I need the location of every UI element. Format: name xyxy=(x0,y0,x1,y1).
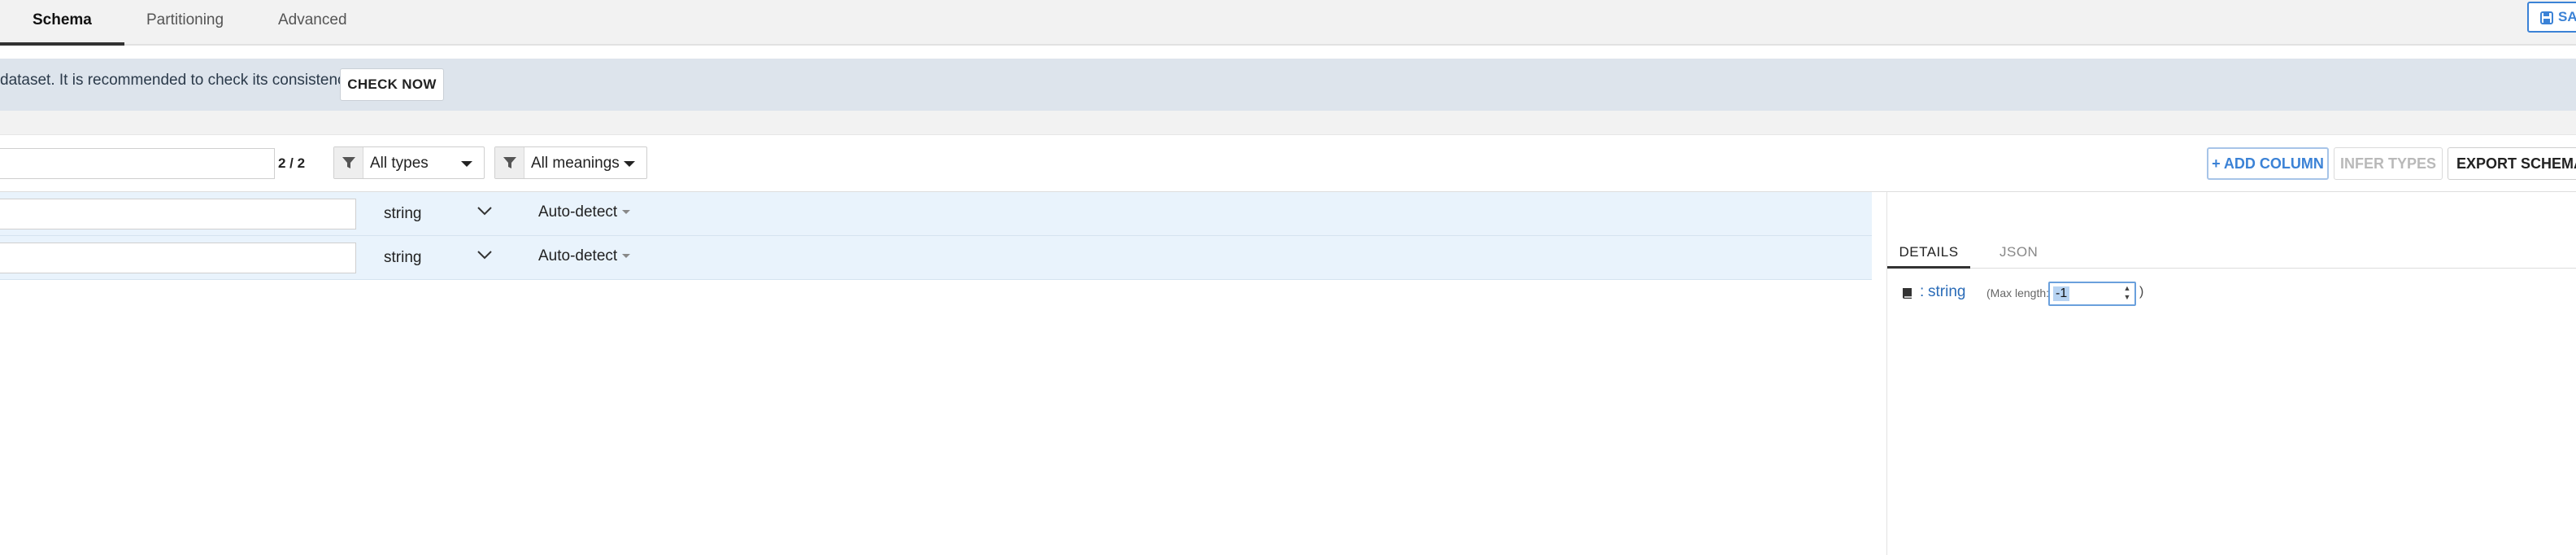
type-filter-label: All types xyxy=(370,155,429,172)
infer-types-button[interactable]: INFER TYPES xyxy=(2334,147,2443,180)
spinner-arrows-icon[interactable]: ▲ ▼ xyxy=(2121,284,2133,304)
column-name-input[interactable] xyxy=(0,199,356,229)
book-icon xyxy=(1903,288,1912,299)
caret-down-icon xyxy=(622,254,631,259)
schema-row[interactable]: string Auto-detect xyxy=(0,236,1872,280)
column-count: 2 / 2 xyxy=(278,155,306,171)
max-length-label: (Max length: xyxy=(1986,286,2050,299)
meaning-filter-dropdown[interactable]: All meanings xyxy=(494,146,647,179)
column-search-input[interactable] xyxy=(0,148,275,179)
type-filter-dropdown[interactable]: All types xyxy=(333,146,485,179)
tab-details[interactable]: DETAILS xyxy=(1887,238,1970,269)
chevron-down-icon[interactable] xyxy=(476,249,493,260)
schema-row[interactable]: string Auto-detect xyxy=(0,192,1872,236)
tab-bar: Schema Partitioning Advanced SAVE xyxy=(0,0,2576,46)
save-icon xyxy=(2540,11,2553,24)
tab-schema[interactable]: Schema xyxy=(0,0,124,46)
add-column-button[interactable]: + ADD COLUMN xyxy=(2207,147,2329,180)
check-now-button[interactable]: CHECK NOW xyxy=(340,68,444,101)
chevron-down-icon[interactable] xyxy=(476,205,493,216)
caret-down-icon xyxy=(461,161,472,167)
column-type[interactable]: string xyxy=(384,205,421,223)
max-length-close: ) xyxy=(2139,285,2144,299)
column-meaning-dropdown[interactable]: Auto-detect xyxy=(538,247,631,265)
meaning-filter-label: All meanings xyxy=(531,155,620,172)
caret-down-icon xyxy=(622,210,631,215)
caret-down-icon xyxy=(624,161,635,167)
schema-toolbar: 2 / 2 All types All meanings + ADD COLUM… xyxy=(0,135,2576,192)
consistency-alert: dataset. It is recommended to check its … xyxy=(0,59,2576,111)
max-length-value: -1 xyxy=(2053,286,2070,301)
column-meaning: Auto-detect xyxy=(538,247,618,264)
column-meaning-dropdown[interactable]: Auto-detect xyxy=(538,203,631,221)
filter-icon xyxy=(334,147,363,178)
alert-text: dataset. It is recommended to check its … xyxy=(0,72,356,89)
details-tabs: DETAILS JSON xyxy=(1887,238,2576,269)
type-separator: : xyxy=(1920,283,1925,300)
section-divider xyxy=(0,111,2576,135)
save-button[interactable]: SAVE xyxy=(2527,2,2576,33)
column-meaning: Auto-detect xyxy=(538,203,618,221)
save-button-label: SAVE xyxy=(2558,9,2576,24)
filter-icon xyxy=(495,147,524,178)
tab-json[interactable]: JSON xyxy=(1999,238,2038,269)
max-length-input[interactable]: -1 ▲ ▼ xyxy=(2048,282,2136,306)
export-schema-button[interactable]: EXPORT SCHEMA xyxy=(2448,147,2576,180)
column-details-panel: DETAILS JSON : string (Max length: -1 ▲ ▼… xyxy=(1886,192,2576,555)
column-name-input[interactable] xyxy=(0,243,356,273)
tab-advanced[interactable]: Advanced xyxy=(246,0,380,46)
tab-partitioning[interactable]: Partitioning xyxy=(114,0,256,46)
type-link[interactable]: string xyxy=(1928,283,1965,301)
column-type[interactable]: string xyxy=(384,249,421,267)
